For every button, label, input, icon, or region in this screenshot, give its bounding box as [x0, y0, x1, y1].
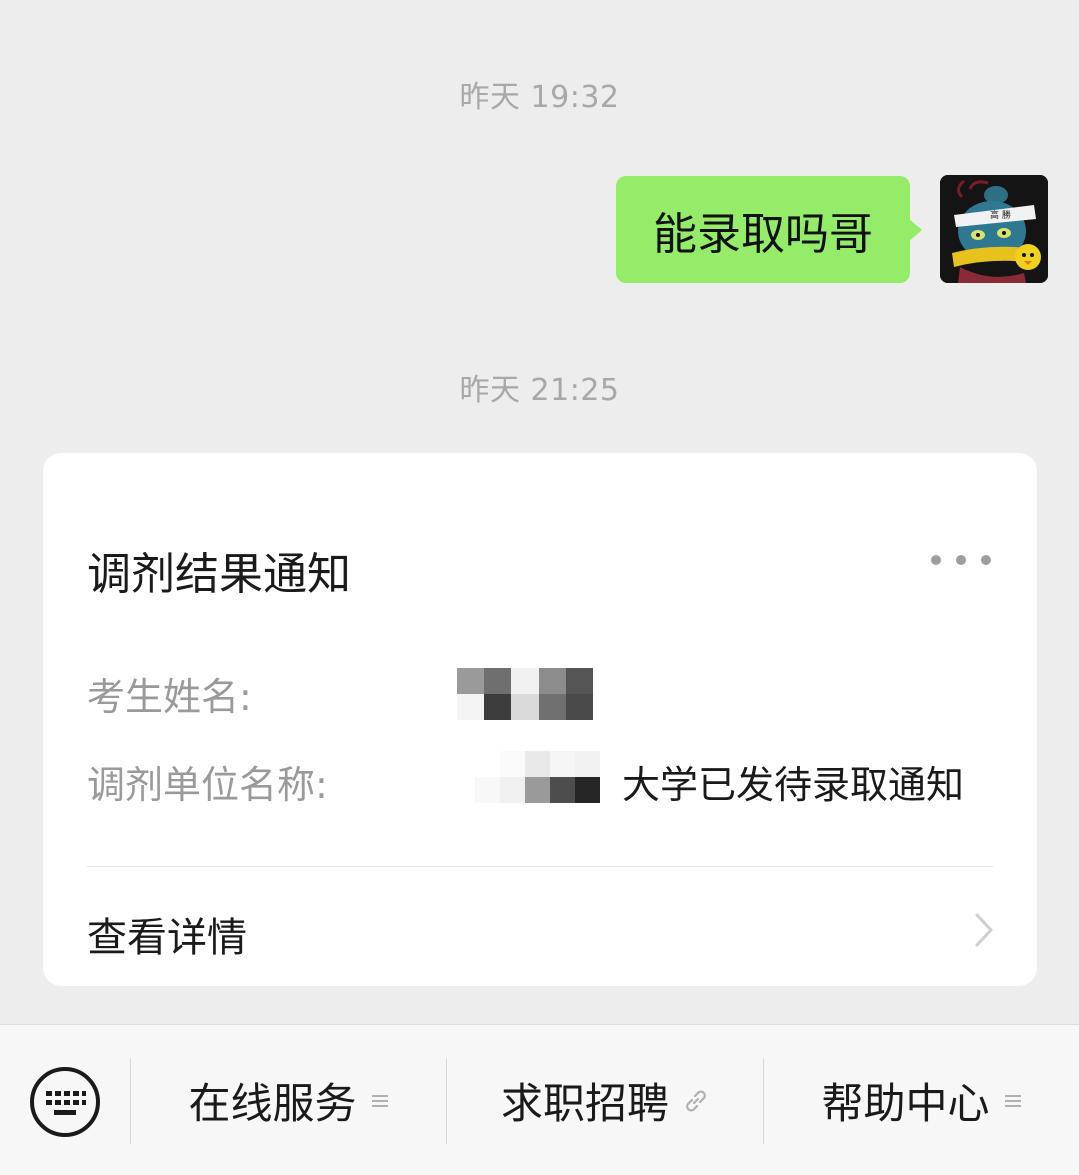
menu-item-online-service[interactable]: 在线服务	[131, 1025, 446, 1175]
menu-item-label: 在线服务	[188, 1079, 357, 1128]
avatar-illustration-icon: 高 勝	[940, 175, 1048, 283]
keyboard-toggle-button[interactable]	[28, 1065, 102, 1139]
chevron-right-icon	[975, 913, 993, 947]
avatar[interactable]: 高 勝	[940, 175, 1048, 283]
view-details-label: 查看详情	[87, 915, 247, 961]
field-label-unit-name: 调剂单位名称:	[87, 763, 328, 807]
submenu-icon	[371, 1094, 388, 1107]
menu-item-help-center[interactable]: 帮助中心	[764, 1025, 1079, 1175]
menu-item-label: 求职招聘	[500, 1079, 669, 1128]
redacted-candidate-name	[457, 668, 593, 720]
field-label-candidate-name: 考生姓名:	[87, 675, 252, 719]
menu-item-label: 帮助中心	[821, 1079, 990, 1128]
chat-screen: 昨天 19:32 能录取吗哥 高 勝 昨天 21:25 调剂结果通知 考生姓名:…	[0, 0, 1079, 1175]
field-value-unit-name: 大学已发待录取通知	[622, 763, 965, 807]
submenu-icon	[1004, 1094, 1021, 1107]
bubble-tail	[908, 218, 922, 242]
notification-card[interactable]: 调剂结果通知 考生姓名: 调剂单位名称: 大学已发待录取通知 查看详情	[43, 453, 1037, 986]
chat-timestamp: 昨天 19:32	[459, 80, 620, 115]
outgoing-message-bubble[interactable]: 能录取吗哥	[616, 176, 910, 283]
card-title: 调剂结果通知	[87, 549, 351, 600]
more-dot-icon	[981, 555, 991, 565]
keyboard-icon	[30, 1067, 100, 1137]
svg-text:高 勝: 高 勝	[990, 209, 1011, 221]
chat-timestamp: 昨天 21:25	[459, 373, 620, 408]
more-dot-icon	[931, 555, 941, 565]
more-options-button[interactable]	[931, 545, 991, 575]
bottom-menu-bar: 在线服务 求职招聘 帮助中心	[0, 1024, 1079, 1175]
link-icon	[686, 1090, 706, 1111]
more-dot-icon	[956, 555, 966, 565]
view-details-link[interactable]: 查看详情	[43, 867, 1037, 986]
redacted-unit-name	[475, 751, 625, 803]
menu-item-job-recruitment[interactable]: 求职招聘	[447, 1025, 763, 1175]
